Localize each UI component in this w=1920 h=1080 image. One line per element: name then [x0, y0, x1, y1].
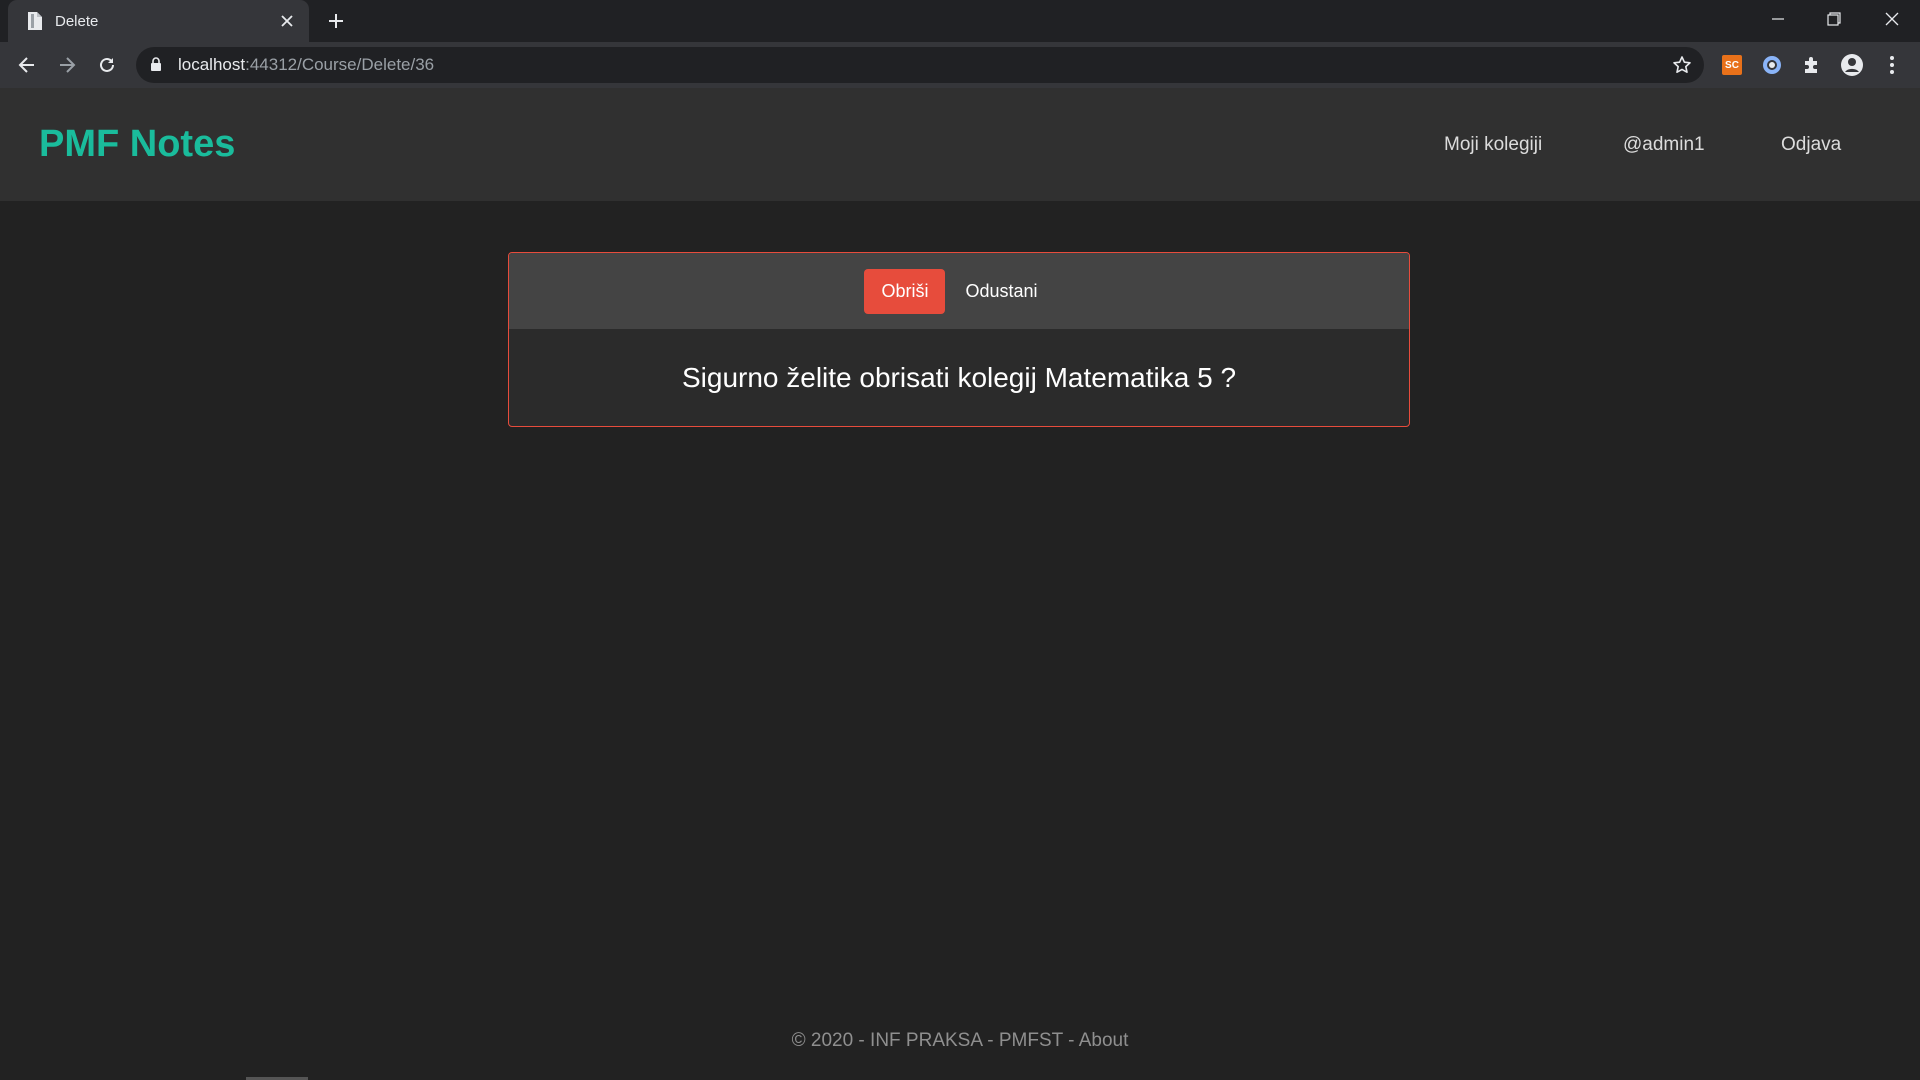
minimize-icon[interactable]: [1750, 0, 1806, 38]
card-header: Obriši Odustani: [509, 253, 1409, 329]
sc-extension-label: SC: [1722, 55, 1742, 75]
nav-link-logout[interactable]: Odjava: [1781, 88, 1841, 201]
nav-link-profile[interactable]: @admin1: [1623, 88, 1705, 201]
extensions-puzzle-icon[interactable]: [1796, 49, 1828, 81]
forward-icon[interactable]: [51, 49, 83, 81]
sc-extension-icon[interactable]: SC: [1716, 49, 1748, 81]
tab-title: Delete: [55, 12, 99, 30]
bookmark-star-icon[interactable]: [1670, 53, 1694, 77]
cancel-button[interactable]: Odustani: [949, 269, 1053, 314]
profile-icon[interactable]: [1836, 49, 1868, 81]
delete-confirmation-card: Obriši Odustani Sigurno želite obrisati …: [508, 252, 1410, 427]
lock-icon: [150, 57, 162, 77]
nav-link-moji-kolegiji[interactable]: Moji kolegiji: [1444, 88, 1542, 201]
url-text: localhost:44312/Course/Delete/36: [178, 47, 434, 83]
confirmation-message: Sigurno želite obrisati kolegij Matemati…: [681, 361, 1237, 393]
close-icon[interactable]: [273, 7, 301, 35]
extension-ring-icon[interactable]: [1756, 49, 1788, 81]
url-host: localhost: [178, 55, 246, 74]
footer-about-link[interactable]: About: [1079, 1030, 1129, 1051]
menu-kebab-icon[interactable]: [1876, 49, 1908, 81]
back-icon[interactable]: [11, 49, 43, 81]
restore-icon[interactable]: [1806, 0, 1862, 38]
address-bar[interactable]: localhost:44312/Course/Delete/36: [136, 47, 1704, 83]
brand-logo-link[interactable]: PMF Notes: [39, 88, 235, 201]
new-tab-icon[interactable]: [322, 7, 350, 35]
browser-tab[interactable]: Delete: [8, 0, 309, 42]
footer-copyright: © 2020 - INF PRAKSA - PMFST -: [791, 1030, 1079, 1051]
window-close-icon[interactable]: [1864, 0, 1920, 38]
card-body: Sigurno želite obrisati kolegij Matemati…: [509, 329, 1409, 426]
url-path: :44312/Course/Delete/36: [245, 55, 435, 74]
browser-toolbar: localhost:44312/Course/Delete/36 SC: [0, 42, 1920, 88]
site-navbar: PMF Notes Moji kolegiji @admin1 Odjava: [0, 88, 1920, 201]
page-footer: © 2020 - INF PRAKSA - PMFST - About: [0, 1030, 1920, 1052]
reload-icon[interactable]: [91, 49, 123, 81]
browser-tabstrip: Delete: [0, 0, 1920, 42]
delete-button[interactable]: Obriši: [864, 268, 946, 314]
page-icon: [25, 11, 45, 31]
